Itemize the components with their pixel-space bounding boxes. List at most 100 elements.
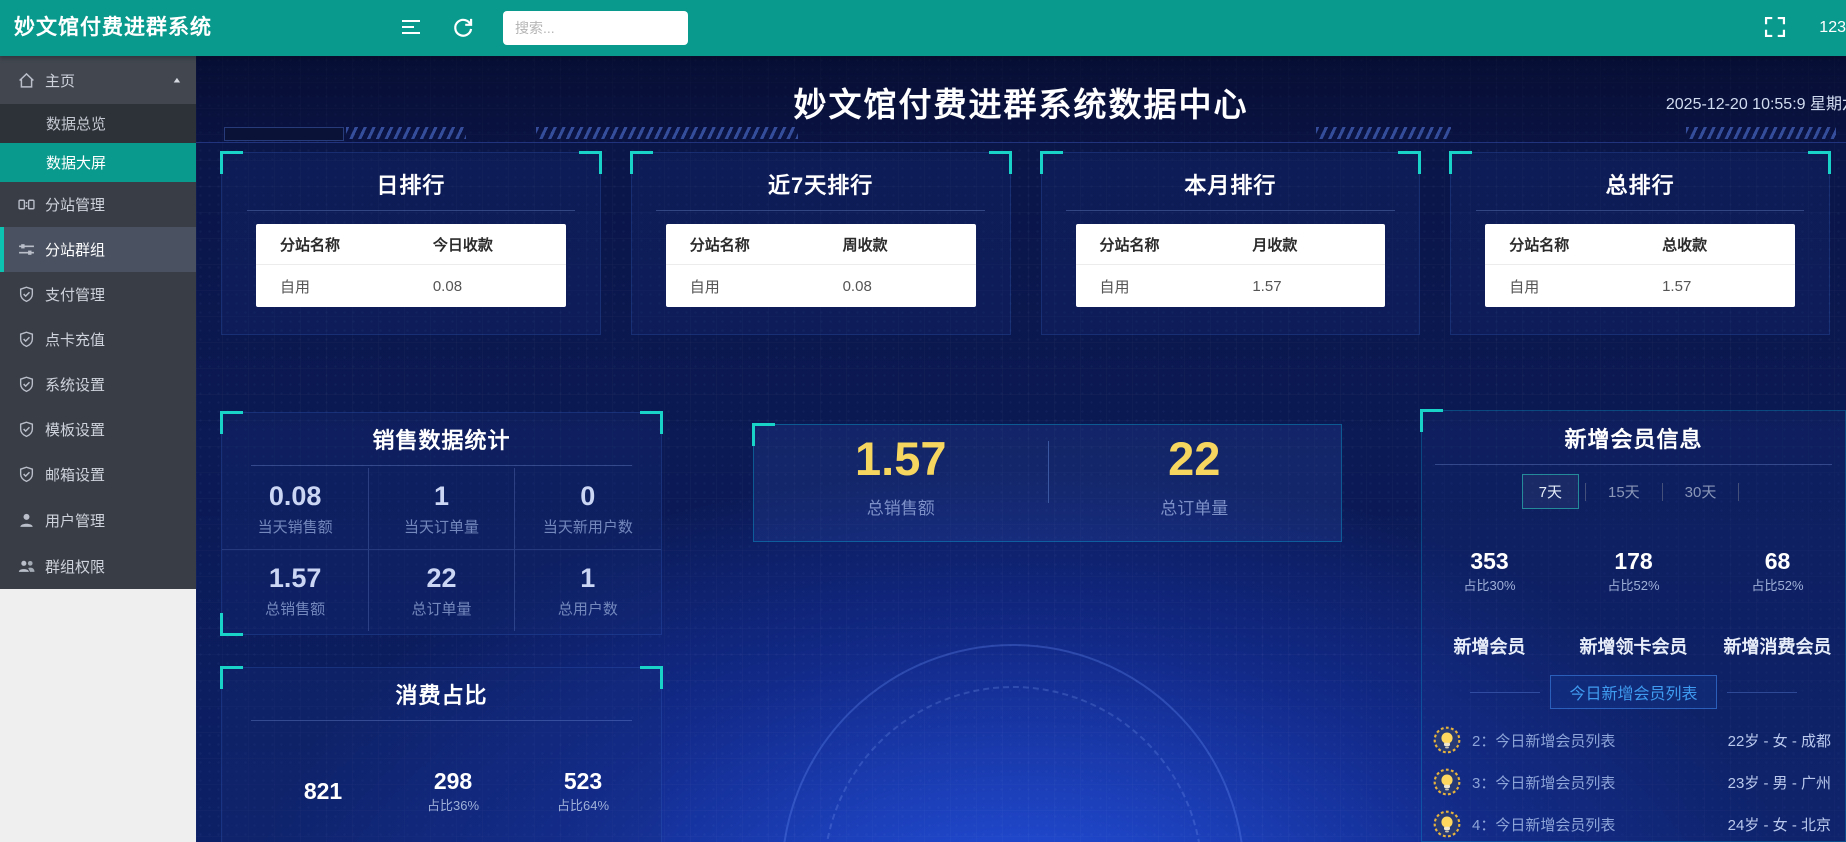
divider	[1435, 464, 1833, 465]
sidebar-item-data-overview[interactable]: 数据总览	[0, 104, 196, 143]
list-item: 4：今日新增会员列表 24岁 - 女 - 北京	[1422, 803, 1845, 842]
members-donut-chart: 178 占比52%	[1586, 523, 1682, 619]
rank-col-value: 今日收款	[433, 234, 566, 255]
new-members-title: 新增会员信息	[1422, 422, 1845, 454]
banner-decoration	[1686, 127, 1836, 139]
stat-today-orders: 1 当天订单量	[368, 468, 514, 549]
sidebar-item-label: 分站管理	[45, 194, 105, 215]
divider	[1476, 210, 1805, 211]
divider	[1066, 210, 1395, 211]
consumption-donut-chart: 523 占比64%	[531, 739, 635, 842]
username[interactable]: 123	[1819, 0, 1846, 56]
divider	[251, 720, 633, 721]
divider	[1470, 692, 1540, 693]
table-row: 自用 0.08	[256, 265, 566, 307]
sidebar: 主页 ▲ 数据总览 数据大屏 分站管理 分站群组	[0, 56, 196, 842]
rank-cards-row: 日排行 分站名称 今日收款 自用 0.08 近7天排行	[221, 152, 1830, 335]
consumption-title: 消费占比	[222, 678, 661, 710]
rank-site-value: 1.57	[1662, 278, 1795, 295]
sidebar-item-data-screen[interactable]: 数据大屏	[0, 143, 196, 182]
sidebar-item-card-recharge[interactable]: 点卡充值	[0, 317, 196, 362]
tab-separator	[1662, 483, 1663, 501]
members-list-header: 今日新增会员列表	[1422, 675, 1845, 709]
members-list: 2：今日新增会员列表 22岁 - 女 - 成都 3：今日新增会员列表 23岁 -…	[1422, 719, 1845, 842]
rank-col-name: 分站名称	[1076, 234, 1253, 255]
rank-card-7days: 近7天排行 分站名称 周收款 自用 0.08	[631, 152, 1011, 335]
today-members-list-button[interactable]: 今日新增会员列表	[1550, 675, 1716, 709]
sidebar-item-site-groups[interactable]: 分站群组	[0, 227, 196, 272]
table-row: 自用 1.57	[1076, 265, 1386, 307]
members-donuts: 353 占比30% 新增会员 178 占比52% 新增领卡会员 68 占比52%	[1422, 523, 1845, 659]
rank-card-daily: 日排行 分站名称 今日收款 自用 0.08	[221, 152, 601, 335]
stat-total-orders: 22 总订单量	[368, 549, 514, 631]
members-donut-chart: 68 占比52%	[1730, 523, 1826, 619]
rank-table: 分站名称 周收款 自用 0.08	[666, 224, 976, 307]
rank-site-value: 1.57	[1252, 278, 1385, 295]
globe-ring-decoration	[781, 644, 1245, 842]
rank-col-value: 总收款	[1662, 234, 1795, 255]
divider	[251, 465, 633, 466]
app-window: 妙文馆付费进群系统 123 主页 ▲ 数据总览	[0, 0, 1846, 842]
rank-col-name: 分站名称	[256, 234, 433, 255]
sidebar-item-template-settings[interactable]: 模板设置	[0, 407, 196, 452]
sidebar-item-payment[interactable]: 支付管理	[0, 272, 196, 317]
total-sales-block: 1.57 总销售额	[754, 425, 1048, 541]
consumption-donut-chart: 821	[271, 739, 375, 842]
divider	[247, 210, 576, 211]
shield-check-icon	[18, 466, 35, 483]
sidebar-item-user-management[interactable]: 用户管理	[0, 497, 196, 543]
sidebar-item-label: 系统设置	[45, 374, 105, 395]
sidebar-item-label: 数据总览	[46, 113, 106, 134]
rank-site-value: 0.08	[433, 278, 566, 295]
dashboard-banner: 妙文馆付费进群系统数据中心 2025-12-20 10:55:9 星期六	[196, 56, 1846, 143]
members-donut-chart: 353 占比30%	[1442, 523, 1538, 619]
collapse-menu-icon[interactable]	[400, 16, 424, 40]
banner-decoration	[536, 127, 798, 139]
stat-total-users: 1 总用户数	[515, 549, 661, 631]
sidebar-item-label: 用户管理	[45, 510, 105, 531]
search-box	[503, 11, 688, 45]
sales-stats-grid: 0.08 当天销售额 1 当天订单量 0 当天新用户数 1.57 总销售额 22	[222, 468, 661, 631]
refresh-icon[interactable]	[452, 16, 476, 40]
sidebar-item-label: 群组权限	[45, 556, 105, 577]
user-icon	[18, 512, 35, 529]
stat-total-sales: 1.57 总销售额	[222, 549, 368, 631]
sidebar-item-email-settings[interactable]: 邮箱设置	[0, 452, 196, 497]
search-input[interactable]	[503, 11, 688, 45]
tab-30days[interactable]: 30天	[1669, 475, 1733, 508]
tab-7days[interactable]: 7天	[1522, 474, 1579, 509]
sidebar-item-home[interactable]: 主页 ▲	[0, 56, 196, 104]
bulb-icon	[1432, 767, 1462, 797]
rank-site-name: 自用	[666, 276, 843, 297]
bulb-icon	[1432, 725, 1462, 755]
rank-col-value: 周收款	[843, 234, 976, 255]
users-icon	[18, 558, 35, 575]
rank-site-name: 自用	[1076, 276, 1253, 297]
banner-decoration	[224, 127, 344, 141]
sidebar-item-label: 邮箱设置	[45, 464, 105, 485]
consumption-donut-chart: 298 占比36%	[401, 739, 505, 842]
sidebar-item-site-management[interactable]: 分站管理	[0, 182, 196, 227]
fullscreen-icon[interactable]	[1764, 16, 1788, 40]
sidebar-item-label: 支付管理	[45, 284, 105, 305]
sidebar-item-group-permissions[interactable]: 群组权限	[0, 543, 196, 589]
sliders-icon	[18, 241, 35, 258]
bulb-icon	[1432, 809, 1462, 839]
rank-card-total: 总排行 分站名称 总收款 自用 1.57	[1450, 152, 1830, 335]
caret-up-icon: ▲	[172, 76, 183, 85]
new-members-panel: 新增会员信息 7天 15天 30天 353 占比30% 新增会员	[1421, 410, 1846, 842]
sidebar-item-system-settings[interactable]: 系统设置	[0, 362, 196, 407]
home-icon	[18, 72, 35, 89]
members-period-tabs: 7天 15天 30天	[1422, 474, 1845, 509]
list-item: 2：今日新增会员列表 22岁 - 女 - 成都	[1422, 719, 1845, 761]
divider	[656, 210, 985, 211]
tab-15days[interactable]: 15天	[1592, 475, 1656, 508]
sidebar-item-label: 数据大屏	[46, 152, 106, 173]
dashboard-title: 妙文馆付费进群系统数据中心	[196, 78, 1846, 126]
rank-card-title: 近7天排行	[632, 168, 1010, 200]
sidebar-item-label: 模板设置	[45, 419, 105, 440]
banner-decoration	[1316, 127, 1451, 139]
rank-col-name: 分站名称	[1485, 234, 1662, 255]
rank-table: 分站名称 月收款 自用 1.57	[1076, 224, 1386, 307]
stat-today-sales: 0.08 当天销售额	[222, 468, 368, 549]
